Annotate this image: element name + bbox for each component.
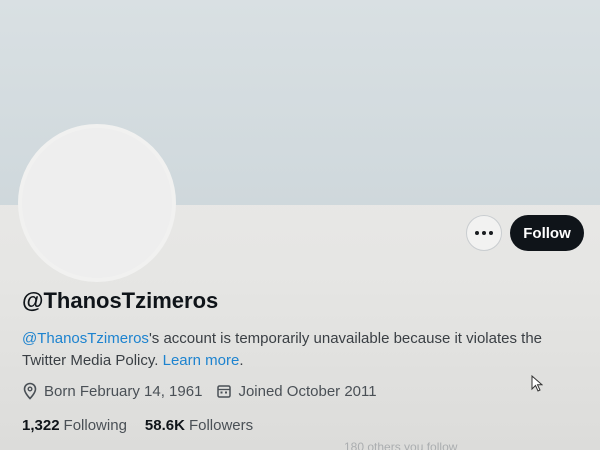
followers-count: 58.6K bbox=[144, 417, 185, 434]
followers-stat[interactable]: 58.6K Followers bbox=[145, 417, 253, 434]
birthdate-item: Born February 14, 1961 bbox=[22, 382, 202, 400]
profile-avatar[interactable] bbox=[22, 128, 172, 278]
joined-text: Joined October 2011 bbox=[238, 382, 377, 400]
birthdate-text: Born February 14, 1961 bbox=[44, 382, 203, 400]
notice-end: . bbox=[239, 352, 244, 369]
followers-label: Followers bbox=[188, 417, 254, 434]
follow-button-label: Follow bbox=[523, 224, 571, 242]
mouse-cursor-icon bbox=[531, 375, 543, 392]
calendar-icon bbox=[217, 385, 232, 398]
location-pin-icon bbox=[23, 382, 37, 400]
joined-item: Joined October 2011 bbox=[216, 382, 377, 400]
learn-more-link[interactable]: Learn more bbox=[163, 352, 240, 369]
following-label: Following bbox=[63, 417, 127, 434]
account-notice: @ThanosTzimeros's account is temporarily… bbox=[22, 328, 582, 372]
profile-handle: @ThanosTzimeros bbox=[22, 288, 219, 313]
notice-handle-link[interactable]: @ThanosTzimeros bbox=[22, 330, 149, 347]
profile-stats: 1,322 Following 58.6K Followers bbox=[22, 417, 271, 434]
profile-page: Follow @ThanosTzimeros @ThanosTzimeros's… bbox=[0, 0, 600, 450]
more-options-button[interactable] bbox=[466, 215, 502, 251]
following-count: 1,322 bbox=[22, 417, 60, 434]
profile-meta: Born February 14, 1961 Joined October 20… bbox=[22, 382, 391, 400]
followers-you-know[interactable]: 180 others you follow bbox=[344, 440, 474, 450]
more-horizontal-icon bbox=[475, 231, 493, 235]
following-stat[interactable]: 1,322 Following bbox=[22, 417, 127, 434]
follow-button[interactable]: Follow bbox=[510, 215, 584, 251]
